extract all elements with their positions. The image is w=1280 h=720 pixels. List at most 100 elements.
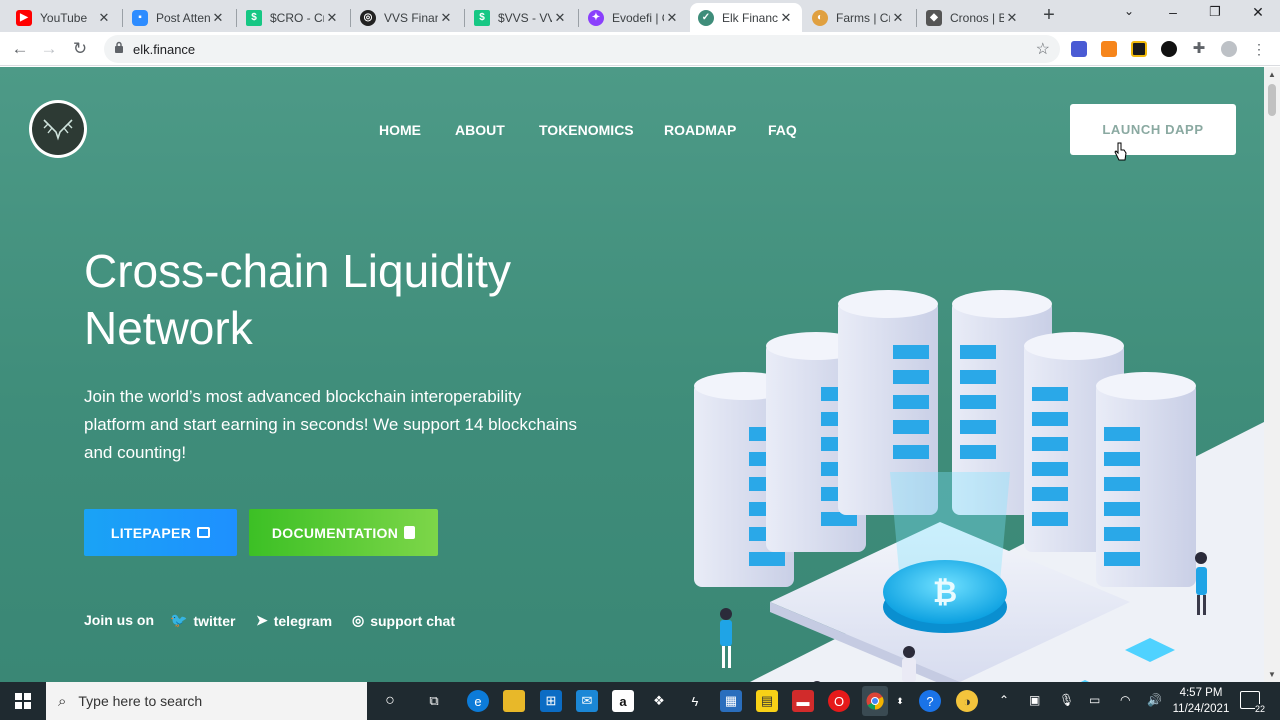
lightning-icon[interactable]: ϟ (684, 690, 706, 712)
restore-button[interactable]: ❐ (1192, 4, 1238, 20)
page-scrollbar[interactable]: ▲ ▼ (1264, 67, 1280, 682)
elk-logo-mark (32, 103, 84, 155)
tab-youtube[interactable]: ▶ YouTube ✕ (8, 3, 120, 32)
nav-roadmap[interactable]: ROADMAP (664, 122, 736, 138)
new-tab-button[interactable]: + (1039, 5, 1059, 25)
clock-time: 4:57 PM (1179, 687, 1223, 699)
taskbar-scroll-icon[interactable]: ⬍ (894, 690, 906, 712)
elk-icon: ✓ (698, 9, 714, 26)
forward-button[interactable]: → (38, 38, 60, 60)
twitter-link[interactable]: 🐦 twitter (170, 612, 235, 629)
nav-about[interactable]: ABOUT (455, 122, 505, 138)
tray-overflow-icon[interactable]: ⌃ (999, 693, 1009, 707)
wifi-icon[interactable]: ◠ (1120, 693, 1130, 707)
close-icon[interactable]: ✕ (324, 10, 340, 26)
close-icon[interactable]: ✕ (438, 10, 454, 26)
cortana-icon[interactable]: ○ (379, 690, 401, 712)
close-window-button[interactable]: ✕ (1235, 4, 1280, 21)
close-icon[interactable]: ✕ (210, 10, 226, 26)
close-icon[interactable]: ✕ (664, 10, 680, 26)
app-red-icon[interactable]: ▬ (792, 690, 814, 712)
telegram-label: telegram (273, 612, 333, 629)
profile-avatar[interactable] (1221, 41, 1237, 57)
close-icon[interactable]: ✕ (778, 10, 794, 26)
back-button[interactable]: ← (9, 38, 31, 60)
close-icon[interactable]: ✕ (552, 10, 568, 26)
edge-icon[interactable]: e (467, 690, 489, 712)
support-chat-link[interactable]: ◎ support chat (352, 612, 455, 629)
search-icon: ⌕ (58, 692, 67, 710)
document-icon (197, 527, 211, 538)
tab-search-icon[interactable]: ⌄ (1106, 4, 1152, 18)
tab-separator (916, 9, 917, 27)
tab-vvs-finance[interactable]: ◎ VVS Finan ✕ (352, 3, 462, 32)
close-icon[interactable]: ✕ (96, 10, 112, 26)
file-explorer-icon[interactable] (503, 690, 525, 712)
bookmark-star-icon[interactable]: ☆ (1036, 39, 1050, 59)
notification-count: 22 (1254, 704, 1265, 714)
chart-icon: $ (474, 9, 490, 26)
tab-separator (578, 9, 579, 27)
elk-logo[interactable] (29, 100, 87, 158)
help-icon[interactable]: ? (919, 690, 941, 712)
opera-icon[interactable]: O (828, 690, 850, 712)
nav-tokenomics[interactable]: TOKENOMICS (539, 122, 634, 138)
tab-farms[interactable]: ◐ Farms | Cr ✕ (804, 3, 914, 32)
tab-cro[interactable]: $ $CRO - Cr ✕ (238, 3, 348, 32)
telegram-icon: ➤ (256, 612, 268, 628)
windows-logo-icon (15, 693, 31, 709)
volume-icon[interactable]: 🔊 (1147, 693, 1162, 707)
twitter-label: twitter (193, 612, 236, 629)
mail-icon[interactable]: ✉ (576, 690, 598, 712)
clock[interactable]: 4:57 PM 11/24/2021 (1170, 685, 1232, 717)
browser-toolbar: ← → ↻ elk.finance ☆ (0, 32, 1280, 66)
scroll-down-icon[interactable]: ▼ (1268, 670, 1276, 679)
metamask-icon[interactable] (1101, 41, 1117, 57)
telegram-link[interactable]: ➤ telegram (256, 612, 332, 629)
litepaper-label: LITEPAPER (110, 524, 192, 541)
close-icon[interactable]: ✕ (890, 10, 906, 26)
dropbox-icon[interactable]: ❖ (648, 690, 670, 712)
windows-taskbar: ⌕ Type here to search ○ ⧉ e ⊞ ✉ a ❖ ϟ ▦ … (0, 682, 1280, 720)
tray-display-icon[interactable]: ▭ (1089, 693, 1100, 707)
nav-faq[interactable]: FAQ (768, 122, 797, 138)
sticky-notes-icon[interactable]: ▤ (756, 690, 778, 712)
tab-cronos[interactable]: ◆ Cronos | B ✕ (918, 3, 1028, 32)
store-icon[interactable]: ⊞ (540, 690, 562, 712)
puzzle-icon[interactable]: ✚ (1191, 41, 1207, 57)
farms-icon: ◐ (812, 9, 828, 26)
reload-button[interactable]: ↻ (69, 38, 91, 60)
address-bar[interactable]: elk.finance ☆ (104, 35, 1060, 63)
hero-headline: Cross-chain Liquidity Network (84, 245, 511, 354)
documentation-button[interactable]: DOCUMENTATION (249, 509, 438, 556)
tab-vvs[interactable]: $ $VVS - VV ✕ (466, 3, 576, 32)
calculator-icon[interactable]: ▦ (720, 690, 742, 712)
litepaper-button[interactable]: LITEPAPER (84, 509, 237, 556)
amazon-icon[interactable]: a (612, 690, 634, 712)
start-button[interactable] (0, 682, 46, 720)
scrollbar-thumb[interactable] (1268, 84, 1276, 116)
extension-s-icon[interactable] (1161, 41, 1177, 57)
notifications-button[interactable]: 22 (1240, 691, 1265, 714)
tab-separator (350, 9, 351, 27)
tab-post-atten[interactable]: ▪ Post Atten ✕ (124, 3, 234, 32)
task-view-icon[interactable]: ⧉ (423, 690, 445, 712)
launch-dapp-button[interactable]: LAUNCH DAPP (1070, 104, 1236, 155)
binance-wallet-icon[interactable] (1131, 41, 1147, 57)
nav-home[interactable]: HOME (379, 122, 421, 138)
tab-separator (122, 9, 123, 27)
minimize-button[interactable]: – (1150, 4, 1196, 20)
chrome-taskbar-button[interactable] (862, 686, 888, 716)
tab-separator (236, 9, 237, 27)
tab-elk-finance[interactable]: ✓ Elk Financ ✕ (690, 3, 802, 32)
menu-icon[interactable]: ⋮ (1251, 41, 1267, 57)
url-text: elk.finance (133, 42, 196, 57)
scroll-up-icon[interactable]: ▲ (1268, 70, 1276, 79)
tab-evodefi[interactable]: ✦ Evodefi | C ✕ (580, 3, 688, 32)
extension-icon[interactable] (1071, 41, 1087, 57)
app-yellow-icon[interactable]: ◑ (956, 690, 978, 712)
close-icon[interactable]: ✕ (1004, 10, 1020, 26)
taskbar-search[interactable]: ⌕ Type here to search (46, 682, 367, 720)
microphone-icon[interactable]: 🎙 (1059, 693, 1074, 707)
tray-app-icon[interactable]: ▣ (1029, 693, 1040, 707)
